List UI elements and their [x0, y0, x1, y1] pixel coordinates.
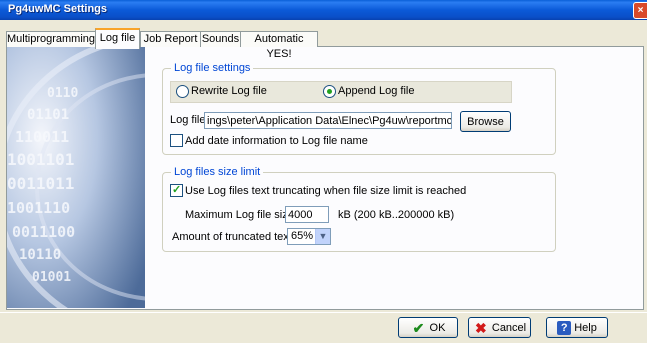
add-date-checkbox[interactable]	[170, 134, 183, 147]
svg-text:01001: 01001	[32, 270, 71, 285]
max-size-unit: kB (200 kB..200000 kB)	[338, 209, 455, 221]
chevron-down-icon[interactable]: ▼	[315, 229, 330, 244]
log-file-settings-title: Log file settings	[171, 62, 254, 74]
settings-window: Pg4uwMC Settings × Multiprogramming Log …	[0, 0, 647, 343]
close-button[interactable]: ×	[633, 2, 647, 19]
log-file-label: Log file:	[170, 114, 209, 126]
title-bar[interactable]: Pg4uwMC Settings ×	[0, 0, 647, 20]
tab-automatic-yes[interactable]: Automatic YES!	[240, 31, 318, 60]
svg-text:01101: 01101	[27, 107, 69, 123]
max-size-label: Maximum Log file size:	[185, 209, 297, 221]
append-log-label[interactable]: Append Log file	[338, 85, 414, 97]
truncate-label[interactable]: Use Log files text truncating when file …	[185, 185, 466, 197]
binary-disc-illustration: 0110 01101 110011 1001101 0011011 100111…	[7, 47, 145, 308]
rewrite-log-radio[interactable]	[176, 85, 189, 98]
tab-job-report[interactable]: Job Report	[140, 31, 201, 47]
rewrite-log-label[interactable]: Rewrite Log file	[191, 85, 267, 97]
ok-button[interactable]: ✔ OK	[398, 317, 458, 338]
svg-text:1001110: 1001110	[7, 199, 70, 217]
cancel-button[interactable]: ✖ Cancel	[468, 317, 531, 338]
x-icon: ✖	[475, 320, 487, 337]
question-icon: ?	[557, 321, 572, 336]
truncated-amount-select[interactable]: 65% ▼	[287, 228, 331, 245]
svg-text:1001101: 1001101	[7, 150, 74, 169]
check-icon: ✓	[172, 184, 182, 196]
tab-log-file[interactable]: Log file	[95, 28, 140, 49]
binary-decoration-image: 0110 01101 110011 1001101 0011011 100111…	[7, 47, 145, 308]
browse-button[interactable]: Browse	[460, 111, 511, 132]
truncate-checkbox[interactable]: ✓	[170, 184, 183, 197]
append-log-radio[interactable]	[323, 85, 336, 98]
add-date-label[interactable]: Add date information to Log file name	[185, 135, 368, 147]
window-title: Pg4uwMC Settings	[8, 3, 108, 15]
truncated-amount-value: 65%	[291, 230, 314, 242]
truncated-amount-label: Amount of truncated text:	[172, 231, 295, 243]
log-size-limit-title: Log files size limit	[171, 166, 264, 178]
close-icon: ×	[637, 5, 644, 16]
svg-text:10110: 10110	[19, 247, 61, 263]
svg-text:110011: 110011	[15, 128, 69, 146]
log-file-path-input[interactable]: ings\peter\Application Data\Elnec\Pg4uw\…	[204, 112, 452, 129]
svg-text:0011100: 0011100	[12, 223, 75, 241]
tab-multiprogramming[interactable]: Multiprogramming	[6, 31, 96, 47]
check-icon: ✔	[412, 320, 425, 337]
max-size-input[interactable]: 4000	[285, 206, 329, 223]
svg-text:0011011: 0011011	[7, 174, 74, 193]
svg-text:0110: 0110	[47, 86, 78, 101]
radio-selected-dot	[327, 89, 332, 94]
bottom-divider	[0, 312, 647, 313]
help-button[interactable]: ? Help	[546, 317, 608, 338]
tab-sounds[interactable]: Sounds	[200, 31, 241, 47]
